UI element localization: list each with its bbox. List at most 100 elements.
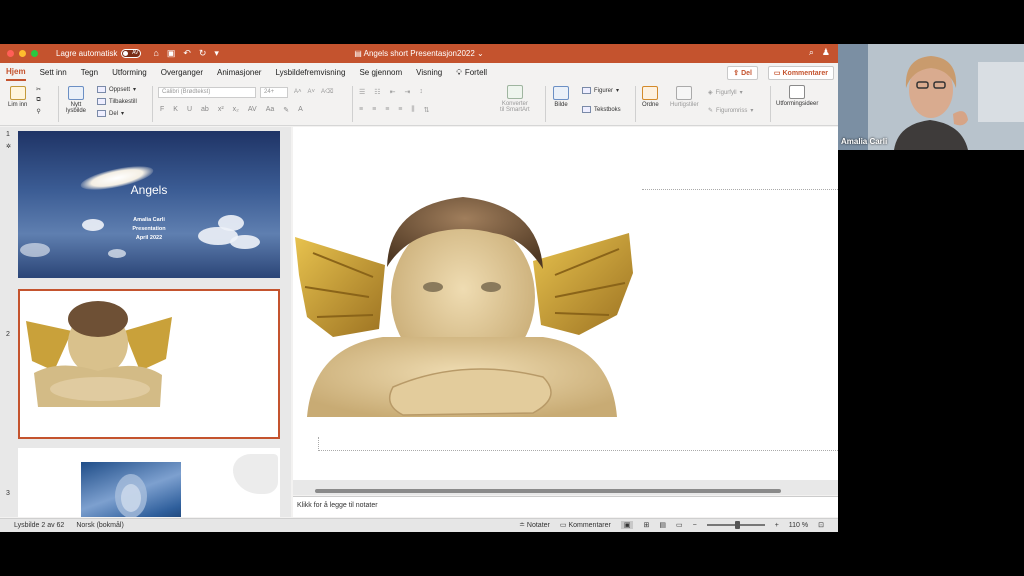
section-button[interactable]: Del ▾: [97, 110, 124, 117]
slide-sorter-icon[interactable]: ⊞: [643, 521, 649, 529]
slideshow-icon[interactable]: ▭: [676, 521, 683, 529]
slide-thumbnail-pane[interactable]: 1 ✲ Angels Amalia Carli Presentation Apr…: [0, 127, 291, 517]
normal-view-icon[interactable]: ▣: [620, 521, 634, 529]
tab-draw[interactable]: Tegn: [81, 65, 98, 80]
autosave-toggle[interactable]: AV: [121, 49, 142, 58]
tab-animations[interactable]: Animasjoner: [217, 65, 261, 80]
close-window-button[interactable]: [7, 50, 14, 57]
columns-icon[interactable]: ⫼: [411, 106, 414, 114]
title-placeholder[interactable]: [642, 189, 838, 190]
textbox-button[interactable]: Tekstboks: [582, 106, 621, 113]
bullets-icon[interactable]: ☰: [359, 88, 365, 96]
horizontal-scrollbar[interactable]: [293, 487, 838, 495]
tab-home[interactable]: Hjem: [6, 64, 26, 81]
font-size-controls: A˄ A˅ A⌫: [294, 88, 334, 96]
zoom-out-icon[interactable]: −: [693, 522, 697, 529]
decorative-shape: [233, 454, 278, 494]
zoom-slider[interactable]: [706, 521, 765, 529]
clear-format-icon[interactable]: A⌫: [321, 88, 334, 95]
quick-styles-button[interactable]: Hurtigstiler: [670, 86, 699, 108]
change-case-icon[interactable]: Aa: [266, 106, 275, 114]
align-left-icon[interactable]: ≡: [359, 106, 363, 114]
format-painter-icon[interactable]: ⚲: [36, 108, 40, 115]
superscript-icon[interactable]: x²: [218, 106, 224, 114]
notes-pane[interactable]: Klikk for å legge til notater: [293, 496, 838, 517]
customize-toolbar-icon[interactable]: ▾: [214, 48, 219, 59]
tab-design[interactable]: Utforming: [112, 65, 147, 80]
subscript-icon[interactable]: x₂: [233, 106, 239, 114]
new-slide-label-2: lysbilde: [66, 108, 87, 114]
zoom-level[interactable]: 110 %: [789, 522, 808, 529]
design-ideas-button[interactable]: Utformingsideer: [776, 85, 818, 107]
highlight-icon[interactable]: ✎: [283, 106, 289, 114]
language-indicator[interactable]: Norsk (bokmål): [76, 522, 123, 529]
comments-button[interactable]: ▭ Kommentarer: [767, 66, 834, 80]
thumbnail-slide-1[interactable]: Angels Amalia Carli Presentation April 2…: [18, 131, 280, 278]
line-spacing-icon[interactable]: ↕: [419, 88, 423, 96]
reset-button[interactable]: Tilbakestill: [97, 98, 137, 105]
bold-icon[interactable]: F: [160, 106, 164, 114]
strikethrough-icon[interactable]: ab: [201, 106, 209, 114]
increase-font-icon[interactable]: A˄: [294, 89, 302, 95]
powerpoint-window: Lagre automatisk AV ⌂ ▣ ↶ ↻ ▾ ▤ Angels s…: [0, 44, 838, 532]
shape-outline-button[interactable]: ✎ Figuromriss ▾: [708, 107, 753, 115]
search-icon[interactable]: ⌕: [809, 47, 814, 58]
zoom-slider-handle[interactable]: [734, 521, 740, 529]
decrease-font-icon[interactable]: A˅: [308, 89, 316, 95]
align-center-icon[interactable]: ≡: [372, 106, 376, 114]
thumbnail-slide-2-selected[interactable]: [18, 289, 280, 439]
copy-icon[interactable]: ⧉: [36, 97, 40, 104]
tab-review[interactable]: Se gjennom: [359, 65, 402, 80]
save-icon[interactable]: ▣: [167, 48, 176, 59]
share-button[interactable]: ⇪ Del: [727, 66, 758, 80]
undo-icon[interactable]: ↶: [183, 48, 191, 59]
cherub-image[interactable]: [293, 157, 638, 427]
underline-icon[interactable]: U: [187, 106, 192, 114]
slide-1-subtitle-type: Presentation: [132, 226, 166, 232]
video-participant-tile[interactable]: Amalia Carli: [838, 44, 1024, 150]
picture-button[interactable]: Bilde: [553, 86, 569, 108]
fit-slide-icon[interactable]: ⊡: [818, 521, 824, 529]
document-title[interactable]: Angels short Presentasjon2022: [364, 49, 475, 58]
tell-me-search[interactable]: Fortell: [465, 65, 487, 80]
align-right-icon[interactable]: ≡: [385, 106, 389, 114]
current-slide[interactable]: [293, 127, 838, 480]
zoom-in-icon[interactable]: +: [775, 522, 779, 529]
redo-icon[interactable]: ↻: [199, 48, 207, 59]
account-icon[interactable]: ♟: [822, 47, 830, 58]
tab-view[interactable]: Visning: [416, 65, 442, 80]
shapes-button[interactable]: Figurer ▾: [582, 87, 619, 94]
maximize-window-button[interactable]: [31, 50, 38, 57]
shape-fill-button[interactable]: ◈ Figurfyll ▾: [708, 89, 743, 97]
font-name-box[interactable]: Calibri (Brødtekst): [158, 87, 256, 98]
numbering-icon[interactable]: ☷: [374, 88, 380, 96]
justify-icon[interactable]: ≡: [398, 106, 402, 114]
chevron-down-icon[interactable]: ⌄: [475, 49, 484, 58]
increase-indent-icon[interactable]: ⇥: [404, 88, 410, 96]
notes-toggle-button[interactable]: ≐ Notater: [519, 521, 550, 529]
arrange-button[interactable]: Ordne: [642, 86, 659, 108]
reading-view-icon[interactable]: ▤: [659, 521, 666, 529]
paste-button[interactable]: Lim inn: [8, 86, 27, 108]
font-color-icon[interactable]: A: [298, 106, 303, 114]
scrollbar-thumb[interactable]: [315, 489, 781, 493]
cut-icon[interactable]: ✂: [36, 86, 41, 93]
convert-smartart-button[interactable]: Konverter til SmartArt: [500, 85, 530, 113]
thumbnail-slide-3[interactable]: [18, 448, 280, 517]
tab-transitions[interactable]: Overganger: [161, 65, 203, 80]
font-size-box[interactable]: 24+: [260, 87, 288, 98]
text-direction-icon[interactable]: ⇅: [424, 106, 430, 114]
tab-slideshow[interactable]: Lysbildefremvisning: [275, 65, 345, 80]
new-slide-button[interactable]: Nytt lysbilde: [66, 86, 86, 114]
content-placeholder[interactable]: [318, 437, 838, 451]
slide-editing-area[interactable]: [293, 127, 838, 487]
layout-button[interactable]: Oppsett ▾: [97, 86, 136, 93]
char-spacing-icon[interactable]: AV: [248, 106, 257, 114]
comments-toggle-button[interactable]: ▭ Kommentarer: [560, 521, 611, 529]
autosave-control[interactable]: Lagre automatisk AV: [56, 49, 142, 58]
decrease-indent-icon[interactable]: ⇤: [390, 88, 396, 96]
tab-insert[interactable]: Sett inn: [40, 65, 67, 80]
italic-icon[interactable]: K: [173, 106, 178, 114]
home-icon[interactable]: ⌂: [153, 48, 158, 59]
minimize-window-button[interactable]: [19, 50, 26, 57]
